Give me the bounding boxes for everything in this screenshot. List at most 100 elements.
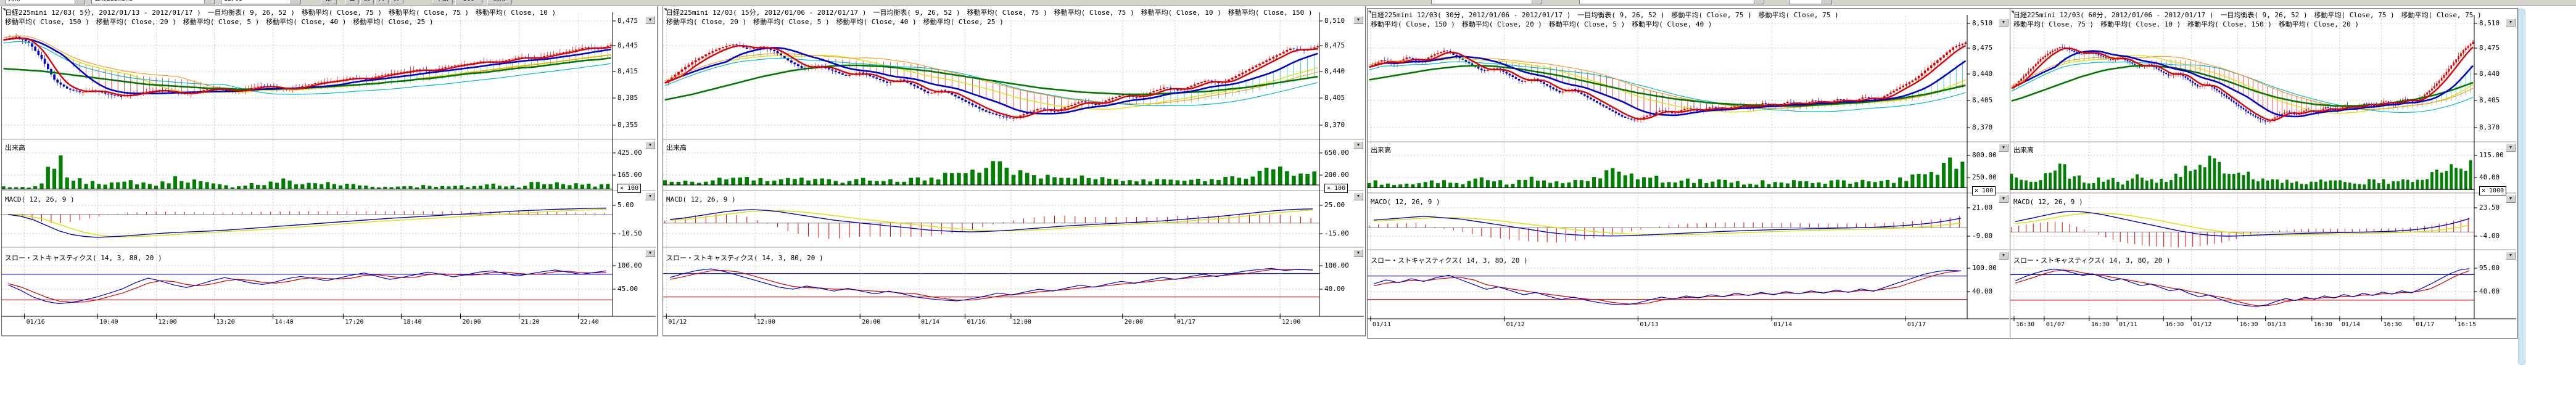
toolbar-button-7[interactable]: 適用: [487, 0, 512, 4]
collapse-pane-button[interactable]: ▼: [2506, 18, 2516, 27]
time-tick-label: 16:30: [2165, 321, 2184, 328]
toolbar-button-4[interactable]: 分: [390, 0, 403, 4]
toolbar-button-6[interactable]: 500: [455, 0, 482, 4]
stoch-tick-label: 45.00: [617, 285, 638, 293]
collapse-pane-button[interactable]: ▼: [645, 192, 655, 200]
collapse-pane-button[interactable]: ▼: [1353, 16, 1363, 24]
volume-multiplier-box: × 1000: [2479, 186, 2506, 195]
toolbar-button-label: 本数: [436, 0, 448, 2]
chevron-down-icon[interactable]: ▼: [291, 0, 300, 4]
toolbar-combo-2[interactable]: 12/03 ▼: [221, 0, 301, 4]
chevron-down-icon[interactable]: ▼: [1822, 0, 1831, 4]
toolbar-combo-4[interactable]: ▼: [1579, 0, 1764, 4]
time-tick-label: 01/12: [2193, 321, 2211, 328]
collapse-pane-button[interactable]: ▼: [645, 16, 655, 24]
time-tick-label: 20:00: [862, 319, 880, 326]
window-menu-icon[interactable]: ◥: [2011, 9, 2017, 15]
price-tick-label: 8,440: [1972, 70, 1992, 78]
volume-tick-label: 40.00: [2479, 173, 2500, 181]
volume-pane-label: 出来高: [2013, 145, 2034, 155]
volume-pane-label: 出来高: [1371, 145, 1391, 155]
toolbar-button-5[interactable]: 本数: [432, 0, 453, 4]
collapse-pane-button[interactable]: ▼: [1353, 192, 1363, 200]
toolbar-combo-label: 日経225mini: [94, 0, 133, 2]
stoch-pane-label: スロー・ストキャスティクス( 14, 3, 80, 20 ): [1371, 255, 1528, 265]
time-tick-label: 21:20: [521, 319, 540, 326]
collapse-pane-button[interactable]: ▼: [1353, 249, 1363, 257]
volume-tick-label: 200.00: [1324, 171, 1349, 179]
time-tick-label: 16:30: [2016, 321, 2034, 328]
price-tick-label: 8,445: [617, 41, 638, 49]
chart-window-5分: ◥日経225mini 12/03( 5分, 2012/01/13 - 2012/…: [1, 6, 658, 336]
collapse-pane-button[interactable]: ▼: [1999, 195, 2008, 203]
toolbar-button-0[interactable]: 定: [321, 0, 337, 4]
time-tick-label: 01/17: [1177, 319, 1195, 326]
window-menu-icon[interactable]: ◥: [664, 7, 669, 12]
chart-window-30分: ◥日経225mini 12/03( 30分, 2012/01/06 - 2012…: [1367, 8, 2011, 338]
macd-pane-label: MACD( 12, 26, 9 ): [5, 195, 75, 203]
macd-tick-label: 21.00: [1972, 203, 1992, 211]
time-tick-label: 16:15: [2458, 321, 2476, 328]
price-tick-label: 8,405: [1972, 96, 1992, 104]
chart-canvas[interactable]: [2010, 9, 2516, 326]
macd-pane-label: MACD( 12, 26, 9 ): [666, 195, 736, 203]
collapse-pane-button[interactable]: ▼: [2506, 252, 2516, 260]
price-tick-label: 8,440: [2479, 70, 2500, 78]
collapse-pane-button[interactable]: ▼: [1353, 141, 1363, 149]
toolbar-combo-label: 12/03: [224, 0, 242, 2]
stoch-tick-label: 100.00: [1324, 261, 1349, 269]
chevron-down-icon[interactable]: ▼: [1754, 0, 1764, 4]
collapse-pane-button[interactable]: ▼: [1999, 252, 2008, 260]
window-menu-icon[interactable]: ◥: [1368, 9, 1374, 15]
volume-tick-label: 425.00: [617, 149, 642, 157]
chart-canvas[interactable]: [663, 6, 1364, 324]
toolbar-combo-3[interactable]: ▼: [1431, 0, 1542, 4]
stoch-tick-label: 40.00: [1972, 287, 1992, 295]
time-tick-label: 01/11: [2119, 321, 2137, 328]
time-tick-label: 01/13: [2268, 321, 2286, 328]
chart-canvas[interactable]: [1368, 9, 2009, 326]
time-tick-label: 20:00: [1125, 319, 1143, 326]
time-tick-label: 13:20: [217, 319, 235, 326]
time-tick-label: 01/12: [1506, 321, 1525, 328]
chart-canvas[interactable]: [2, 6, 656, 324]
time-tick-label: 12:00: [757, 319, 775, 326]
macd-tick-label: -15.00: [1324, 229, 1349, 237]
collapse-pane-button[interactable]: ▼: [2506, 195, 2516, 203]
chart-header-line1: 日経225mini 12/03( 60分, 2012/01/06 - 2012/…: [2013, 10, 2514, 20]
volume-multiplier-box: × 100: [1324, 184, 1348, 193]
collapse-pane-button[interactable]: ▼: [1999, 144, 2008, 152]
window-menu-icon[interactable]: ◥: [2, 7, 8, 12]
time-tick-label: 01/11: [1373, 321, 1391, 328]
collapse-pane-button[interactable]: ▼: [645, 141, 655, 149]
toolbar-combo-0[interactable]: 先物▼: [5, 0, 85, 4]
toolbar-button-1[interactable]: 日: [345, 0, 359, 4]
macd-tick-label: -10.50: [617, 229, 642, 237]
time-tick-label: 01/16: [967, 319, 985, 326]
time-tick-label: 20:00: [462, 319, 481, 326]
macd-tick-label: 5.00: [617, 201, 634, 209]
stoch-pane-label: スロー・ストキャスティクス( 14, 3, 80, 20 ): [666, 253, 824, 263]
time-tick-label: 17:20: [345, 319, 363, 326]
time-tick-label: 16:30: [2314, 321, 2332, 328]
price-tick-label: 8,475: [2479, 44, 2500, 52]
macd-tick-label: -9.00: [1972, 232, 1992, 240]
time-tick-label: 01/07: [2046, 321, 2065, 328]
chevron-down-icon[interactable]: ▼: [75, 0, 85, 4]
chart-header-line1: 日経225mini 12/03( 30分, 2012/01/06 - 2012/…: [1371, 10, 2007, 20]
chart-header-line2: 移動平均( Close, 150 ) 移動平均( Close, 20 ) 移動平…: [1371, 19, 2007, 29]
toolbar-button-2[interactable]: 週: [360, 0, 374, 4]
chart-window-15分: ◥日経225mini 12/03( 15分, 2012/01/06 - 2012…: [663, 6, 1366, 336]
stoch-pane-label: スロー・ストキャスティクス( 14, 3, 80, 20 ): [2013, 255, 2171, 265]
toolbar-combo-1[interactable]: 日経225mini ▼: [91, 0, 215, 4]
collapse-pane-button[interactable]: ▼: [1999, 18, 2008, 27]
chevron-down-icon[interactable]: ▼: [1532, 0, 1542, 4]
price-tick-label: 8,405: [2479, 96, 2500, 104]
toolbar-button-3[interactable]: 月: [375, 0, 389, 4]
right-edge-panel: [2518, 9, 2525, 365]
toolbar-combo-5[interactable]: ▼: [1789, 0, 1832, 4]
chevron-down-icon[interactable]: ▼: [204, 0, 214, 4]
toolbar-button-label: 500: [463, 0, 474, 2]
collapse-pane-button[interactable]: ▼: [2506, 144, 2516, 152]
collapse-pane-button[interactable]: ▼: [645, 249, 655, 257]
